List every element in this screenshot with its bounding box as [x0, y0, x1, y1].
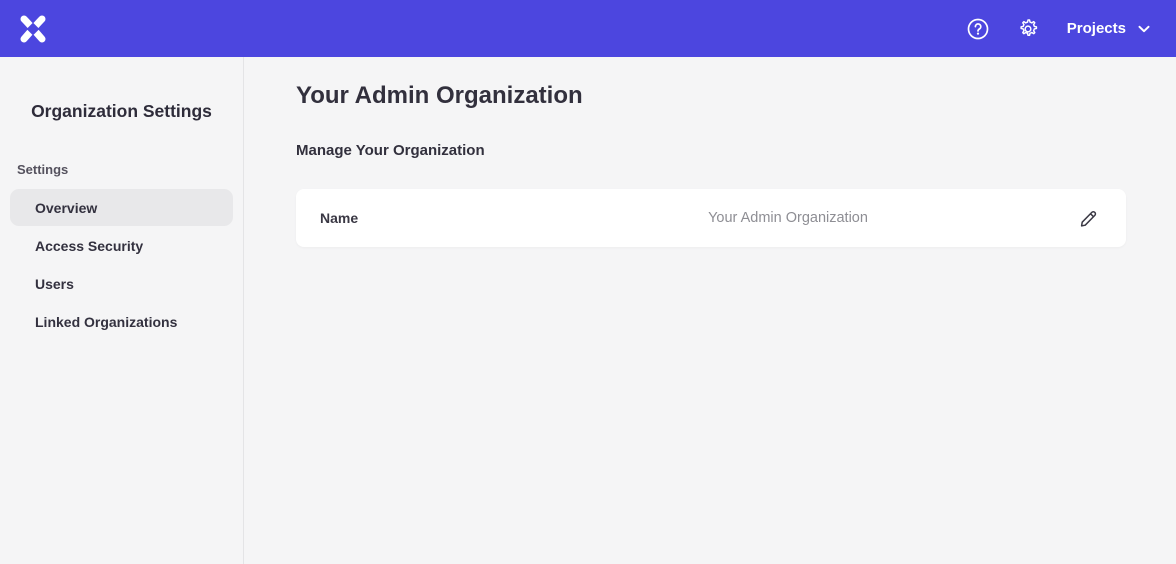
- topbar: Projects: [0, 0, 1176, 57]
- brand-x-logo[interactable]: [18, 14, 48, 44]
- name-field-value: Your Admin Organization: [500, 210, 1076, 226]
- sidebar-item-overview[interactable]: Overview: [10, 189, 233, 226]
- pencil-icon: [1078, 207, 1100, 229]
- help-circle-icon[interactable]: [967, 18, 989, 40]
- edit-name-button[interactable]: [1076, 205, 1102, 231]
- main-content: Your Admin Organization Manage Your Orga…: [244, 57, 1176, 564]
- gear-icon[interactable]: [1017, 18, 1039, 40]
- chevron-down-icon: [1138, 25, 1150, 33]
- projects-dropdown[interactable]: Projects: [1067, 20, 1150, 37]
- sidebar-item-users[interactable]: Users: [10, 265, 233, 302]
- name-field-label: Name: [320, 210, 500, 226]
- sidebar-section-label: Settings: [0, 162, 243, 189]
- page-title: Your Admin Organization: [296, 82, 1126, 110]
- sidebar-nav: Overview Access Security Users Linked Or…: [0, 189, 243, 340]
- sidebar-item-access-security[interactable]: Access Security: [10, 227, 233, 264]
- section-title: Manage Your Organization: [296, 142, 1126, 159]
- sidebar: Organization Settings Settings Overview …: [0, 57, 244, 564]
- sidebar-title: Organization Settings: [0, 101, 243, 122]
- name-field-card: Name Your Admin Organization: [296, 189, 1126, 247]
- projects-label: Projects: [1067, 20, 1126, 37]
- sidebar-item-linked-organizations[interactable]: Linked Organizations: [10, 303, 233, 340]
